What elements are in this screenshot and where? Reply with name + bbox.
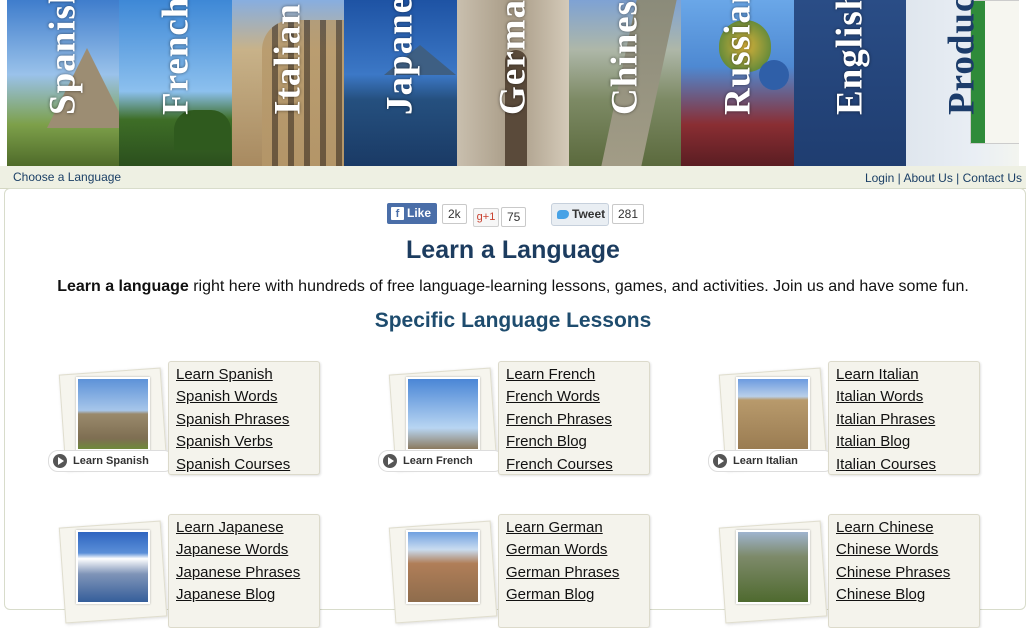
banner-label: Russian bbox=[717, 0, 759, 115]
italian-photo[interactable] bbox=[736, 377, 810, 451]
link-chinese-words[interactable]: Chinese Words bbox=[829, 539, 979, 561]
banner-label: Products bbox=[941, 0, 983, 115]
language-banner: Spanish French Italian Japanese German C… bbox=[7, 0, 1019, 166]
button-label: Learn French bbox=[403, 455, 473, 467]
intro-bold: Learn a language bbox=[57, 278, 189, 295]
link-learn-french[interactable]: Learn French bbox=[499, 364, 649, 386]
play-icon bbox=[713, 454, 727, 468]
link-learn-japanese[interactable]: Learn Japanese bbox=[169, 517, 319, 539]
german-photo[interactable] bbox=[406, 530, 480, 604]
twitter-icon bbox=[557, 210, 569, 220]
banner-label: French bbox=[155, 0, 197, 115]
like-count: 2k bbox=[442, 204, 467, 224]
french-photo[interactable] bbox=[406, 377, 480, 451]
intro-rest: right here with hundreds of free languag… bbox=[188, 278, 969, 295]
top-links: Login | About Us | Contact Us bbox=[865, 171, 1022, 185]
link-learn-german[interactable]: Learn German bbox=[499, 517, 649, 539]
intro-text: Learn a language right here with hundred… bbox=[0, 278, 1026, 296]
sub-navigation: Choose a Language Login | About Us | Con… bbox=[0, 166, 1026, 189]
link-french-courses[interactable]: French Courses bbox=[499, 454, 649, 476]
contact-us-link[interactable]: Contact Us bbox=[963, 171, 1022, 185]
banner-tile-chinese[interactable]: Chinese bbox=[568, 0, 682, 166]
link-french-words[interactable]: French Words bbox=[499, 386, 649, 408]
play-icon bbox=[53, 454, 67, 468]
link-spanish-verbs[interactable]: Spanish Verbs bbox=[169, 431, 319, 453]
link-chinese-phrases[interactable]: Chinese Phrases bbox=[829, 562, 979, 584]
google-plus-count: 75 bbox=[501, 207, 527, 227]
link-learn-chinese[interactable]: Learn Chinese bbox=[829, 517, 979, 539]
link-spanish-phrases[interactable]: Spanish Phrases bbox=[169, 409, 319, 431]
link-italian-phrases[interactable]: Italian Phrases bbox=[829, 409, 979, 431]
language-card-italian: Learn Italian Learn Italian Italian Word… bbox=[708, 361, 988, 475]
link-chinese-blog[interactable]: Chinese Blog bbox=[829, 584, 979, 606]
link-japanese-words[interactable]: Japanese Words bbox=[169, 539, 319, 561]
banner-label: Japanese bbox=[379, 0, 421, 115]
link-spanish-words[interactable]: Spanish Words bbox=[169, 386, 319, 408]
banner-tile-italian[interactable]: Italian bbox=[231, 0, 345, 166]
play-icon bbox=[383, 454, 397, 468]
learn-french-button[interactable]: Learn French bbox=[378, 450, 504, 472]
tweet-count: 281 bbox=[612, 204, 645, 224]
page-title: Learn a Language bbox=[406, 236, 620, 264]
link-french-phrases[interactable]: French Phrases bbox=[499, 409, 649, 431]
section-subtitle: Specific Language Lessons bbox=[374, 309, 652, 332]
banner-tile-german[interactable]: German bbox=[456, 0, 569, 166]
banner-tile-japanese[interactable]: Japanese bbox=[344, 0, 457, 166]
french-links: Learn French French Words French Phrases… bbox=[498, 361, 650, 475]
link-italian-courses[interactable]: Italian Courses bbox=[829, 454, 979, 476]
link-french-blog[interactable]: French Blog bbox=[499, 431, 649, 453]
link-japanese-blog[interactable]: Japanese Blog bbox=[169, 584, 319, 606]
learn-spanish-button[interactable]: Learn Spanish bbox=[48, 450, 174, 472]
about-us-link[interactable]: About Us bbox=[903, 171, 952, 185]
spanish-links: Learn Spanish Spanish Words Spanish Phra… bbox=[168, 361, 320, 475]
chinese-photo[interactable] bbox=[736, 530, 810, 604]
banner-label: Spanish bbox=[42, 0, 84, 115]
japanese-links: Learn Japanese Japanese Words Japanese P… bbox=[168, 514, 320, 628]
spanish-photo[interactable] bbox=[76, 377, 150, 451]
banner-tile-russian[interactable]: Russian bbox=[681, 0, 794, 166]
link-learn-spanish[interactable]: Learn Spanish bbox=[169, 364, 319, 386]
language-card-spanish: Learn Spanish Learn Spanish Spanish Word… bbox=[48, 361, 328, 475]
social-buttons: f Like 2k g+1 75 Tweet 281 bbox=[387, 203, 647, 227]
banner-label: English bbox=[829, 0, 871, 115]
japanese-photo[interactable] bbox=[76, 530, 150, 604]
banner-tile-products[interactable]: Products bbox=[906, 0, 1019, 166]
language-card-japanese: Learn Japanese Japanese Words Japanese P… bbox=[48, 514, 328, 628]
google-plus-button[interactable]: g+1 bbox=[473, 208, 499, 227]
link-german-phrases[interactable]: German Phrases bbox=[499, 562, 649, 584]
button-label: Learn Italian bbox=[733, 455, 798, 467]
banner-tile-spanish[interactable]: Spanish bbox=[7, 0, 120, 166]
button-label: Learn Spanish bbox=[73, 455, 149, 467]
login-link[interactable]: Login bbox=[865, 171, 894, 185]
learn-italian-button[interactable]: Learn Italian bbox=[708, 450, 834, 472]
link-italian-words[interactable]: Italian Words bbox=[829, 386, 979, 408]
link-learn-italian[interactable]: Learn Italian bbox=[829, 364, 979, 386]
tweet-button[interactable]: Tweet bbox=[551, 203, 609, 226]
tweet-label: Tweet bbox=[572, 207, 606, 221]
german-links: Learn German German Words German Phrases… bbox=[498, 514, 650, 628]
link-spanish-courses[interactable]: Spanish Courses bbox=[169, 454, 319, 476]
separator: | bbox=[956, 171, 960, 185]
banner-label: Italian bbox=[267, 3, 309, 115]
banner-label: German bbox=[492, 0, 534, 115]
facebook-icon: f bbox=[391, 207, 404, 220]
link-german-blog[interactable]: German Blog bbox=[499, 584, 649, 606]
choose-language-label: Choose a Language bbox=[13, 170, 122, 184]
separator: | bbox=[897, 171, 901, 185]
language-card-chinese: Learn Chinese Chinese Words Chinese Phra… bbox=[708, 514, 988, 628]
language-card-german: Learn German German Words German Phrases… bbox=[378, 514, 658, 628]
link-japanese-phrases[interactable]: Japanese Phrases bbox=[169, 562, 319, 584]
language-card-french: Learn French Learn French French Words F… bbox=[378, 361, 658, 475]
chinese-links: Learn Chinese Chinese Words Chinese Phra… bbox=[828, 514, 980, 628]
facebook-like-button[interactable]: f Like bbox=[387, 203, 437, 224]
link-german-words[interactable]: German Words bbox=[499, 539, 649, 561]
link-italian-blog[interactable]: Italian Blog bbox=[829, 431, 979, 453]
banner-tile-english[interactable]: English bbox=[793, 0, 907, 166]
italian-links: Learn Italian Italian Words Italian Phra… bbox=[828, 361, 980, 475]
banner-tile-french[interactable]: French bbox=[119, 0, 232, 166]
banner-label: Chinese bbox=[604, 0, 646, 115]
like-label: Like bbox=[407, 206, 432, 220]
